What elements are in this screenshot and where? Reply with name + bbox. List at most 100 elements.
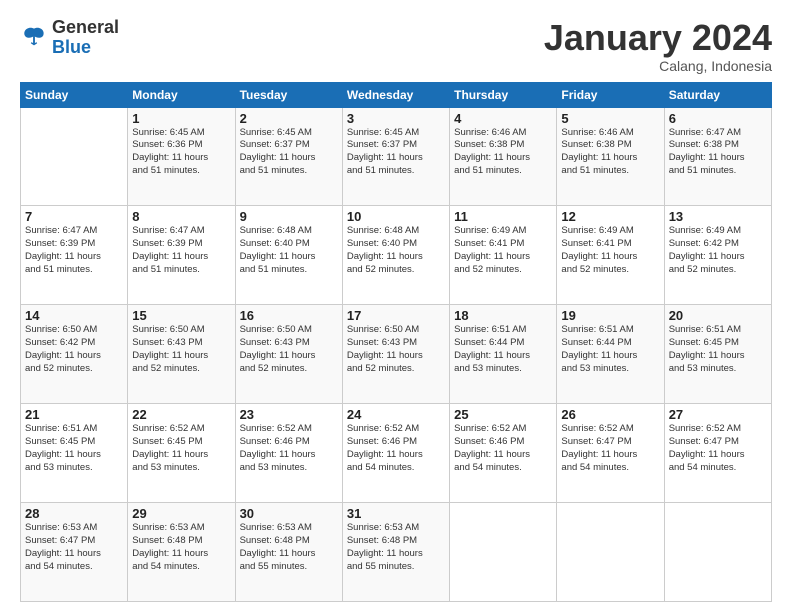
- logo-text: General Blue: [52, 18, 119, 58]
- day-info: Sunrise: 6:52 AM Sunset: 6:47 PM Dayligh…: [669, 423, 767, 474]
- day-number: 7: [25, 209, 123, 224]
- day-cell: [21, 107, 128, 206]
- day-info: Sunrise: 6:50 AM Sunset: 6:43 PM Dayligh…: [132, 324, 230, 375]
- day-info: Sunrise: 6:47 AM Sunset: 6:39 PM Dayligh…: [132, 225, 230, 276]
- logo-blue: Blue: [52, 37, 91, 57]
- day-info: Sunrise: 6:52 AM Sunset: 6:46 PM Dayligh…: [347, 423, 445, 474]
- day-info: Sunrise: 6:53 AM Sunset: 6:48 PM Dayligh…: [347, 522, 445, 573]
- day-number: 14: [25, 308, 123, 323]
- day-cell: 4Sunrise: 6:46 AM Sunset: 6:38 PM Daylig…: [450, 107, 557, 206]
- day-number: 19: [561, 308, 659, 323]
- weekday-header-thursday: Thursday: [450, 82, 557, 107]
- day-cell: 17Sunrise: 6:50 AM Sunset: 6:43 PM Dayli…: [342, 305, 449, 404]
- day-info: Sunrise: 6:52 AM Sunset: 6:45 PM Dayligh…: [132, 423, 230, 474]
- day-cell: 30Sunrise: 6:53 AM Sunset: 6:48 PM Dayli…: [235, 503, 342, 602]
- day-cell: [557, 503, 664, 602]
- day-number: 16: [240, 308, 338, 323]
- day-cell: 8Sunrise: 6:47 AM Sunset: 6:39 PM Daylig…: [128, 206, 235, 305]
- day-info: Sunrise: 6:45 AM Sunset: 6:37 PM Dayligh…: [240, 127, 338, 178]
- day-cell: 20Sunrise: 6:51 AM Sunset: 6:45 PM Dayli…: [664, 305, 771, 404]
- day-info: Sunrise: 6:46 AM Sunset: 6:38 PM Dayligh…: [454, 127, 552, 178]
- day-cell: 21Sunrise: 6:51 AM Sunset: 6:45 PM Dayli…: [21, 404, 128, 503]
- day-cell: 16Sunrise: 6:50 AM Sunset: 6:43 PM Dayli…: [235, 305, 342, 404]
- day-info: Sunrise: 6:53 AM Sunset: 6:47 PM Dayligh…: [25, 522, 123, 573]
- location: Calang, Indonesia: [544, 58, 772, 74]
- day-cell: 14Sunrise: 6:50 AM Sunset: 6:42 PM Dayli…: [21, 305, 128, 404]
- month-title: January 2024: [544, 18, 772, 58]
- week-row-4: 21Sunrise: 6:51 AM Sunset: 6:45 PM Dayli…: [21, 404, 772, 503]
- week-row-5: 28Sunrise: 6:53 AM Sunset: 6:47 PM Dayli…: [21, 503, 772, 602]
- day-info: Sunrise: 6:50 AM Sunset: 6:42 PM Dayligh…: [25, 324, 123, 375]
- title-block: January 2024 Calang, Indonesia: [544, 18, 772, 74]
- weekday-header-monday: Monday: [128, 82, 235, 107]
- day-number: 24: [347, 407, 445, 422]
- day-number: 8: [132, 209, 230, 224]
- day-info: Sunrise: 6:52 AM Sunset: 6:47 PM Dayligh…: [561, 423, 659, 474]
- day-cell: 27Sunrise: 6:52 AM Sunset: 6:47 PM Dayli…: [664, 404, 771, 503]
- day-number: 30: [240, 506, 338, 521]
- day-cell: 28Sunrise: 6:53 AM Sunset: 6:47 PM Dayli…: [21, 503, 128, 602]
- day-number: 28: [25, 506, 123, 521]
- logo: General Blue: [20, 18, 119, 58]
- calendar-page: General Blue January 2024 Calang, Indone…: [0, 0, 792, 612]
- day-cell: 26Sunrise: 6:52 AM Sunset: 6:47 PM Dayli…: [557, 404, 664, 503]
- day-info: Sunrise: 6:45 AM Sunset: 6:37 PM Dayligh…: [347, 127, 445, 178]
- calendar-table: SundayMondayTuesdayWednesdayThursdayFrid…: [20, 82, 772, 602]
- day-info: Sunrise: 6:49 AM Sunset: 6:41 PM Dayligh…: [561, 225, 659, 276]
- day-cell: 5Sunrise: 6:46 AM Sunset: 6:38 PM Daylig…: [557, 107, 664, 206]
- day-number: 17: [347, 308, 445, 323]
- day-info: Sunrise: 6:48 AM Sunset: 6:40 PM Dayligh…: [240, 225, 338, 276]
- day-cell: 11Sunrise: 6:49 AM Sunset: 6:41 PM Dayli…: [450, 206, 557, 305]
- day-info: Sunrise: 6:45 AM Sunset: 6:36 PM Dayligh…: [132, 127, 230, 178]
- day-number: 23: [240, 407, 338, 422]
- weekday-header-sunday: Sunday: [21, 82, 128, 107]
- day-cell: 23Sunrise: 6:52 AM Sunset: 6:46 PM Dayli…: [235, 404, 342, 503]
- day-number: 13: [669, 209, 767, 224]
- day-info: Sunrise: 6:51 AM Sunset: 6:45 PM Dayligh…: [25, 423, 123, 474]
- day-number: 27: [669, 407, 767, 422]
- day-info: Sunrise: 6:47 AM Sunset: 6:39 PM Dayligh…: [25, 225, 123, 276]
- day-cell: 9Sunrise: 6:48 AM Sunset: 6:40 PM Daylig…: [235, 206, 342, 305]
- day-info: Sunrise: 6:50 AM Sunset: 6:43 PM Dayligh…: [240, 324, 338, 375]
- day-info: Sunrise: 6:52 AM Sunset: 6:46 PM Dayligh…: [454, 423, 552, 474]
- day-cell: 10Sunrise: 6:48 AM Sunset: 6:40 PM Dayli…: [342, 206, 449, 305]
- day-number: 1: [132, 111, 230, 126]
- header: General Blue January 2024 Calang, Indone…: [20, 18, 772, 74]
- day-number: 31: [347, 506, 445, 521]
- day-number: 18: [454, 308, 552, 323]
- day-number: 29: [132, 506, 230, 521]
- day-number: 3: [347, 111, 445, 126]
- day-cell: 15Sunrise: 6:50 AM Sunset: 6:43 PM Dayli…: [128, 305, 235, 404]
- day-info: Sunrise: 6:53 AM Sunset: 6:48 PM Dayligh…: [132, 522, 230, 573]
- day-cell: 31Sunrise: 6:53 AM Sunset: 6:48 PM Dayli…: [342, 503, 449, 602]
- logo-general: General: [52, 17, 119, 37]
- day-cell: 22Sunrise: 6:52 AM Sunset: 6:45 PM Dayli…: [128, 404, 235, 503]
- day-cell: 19Sunrise: 6:51 AM Sunset: 6:44 PM Dayli…: [557, 305, 664, 404]
- day-cell: 3Sunrise: 6:45 AM Sunset: 6:37 PM Daylig…: [342, 107, 449, 206]
- day-cell: 25Sunrise: 6:52 AM Sunset: 6:46 PM Dayli…: [450, 404, 557, 503]
- day-cell: 2Sunrise: 6:45 AM Sunset: 6:37 PM Daylig…: [235, 107, 342, 206]
- day-cell: [450, 503, 557, 602]
- day-number: 9: [240, 209, 338, 224]
- day-cell: 24Sunrise: 6:52 AM Sunset: 6:46 PM Dayli…: [342, 404, 449, 503]
- day-info: Sunrise: 6:51 AM Sunset: 6:44 PM Dayligh…: [561, 324, 659, 375]
- day-info: Sunrise: 6:53 AM Sunset: 6:48 PM Dayligh…: [240, 522, 338, 573]
- day-info: Sunrise: 6:49 AM Sunset: 6:42 PM Dayligh…: [669, 225, 767, 276]
- weekday-header-wednesday: Wednesday: [342, 82, 449, 107]
- day-info: Sunrise: 6:51 AM Sunset: 6:45 PM Dayligh…: [669, 324, 767, 375]
- day-number: 22: [132, 407, 230, 422]
- week-row-1: 1Sunrise: 6:45 AM Sunset: 6:36 PM Daylig…: [21, 107, 772, 206]
- day-number: 4: [454, 111, 552, 126]
- day-number: 6: [669, 111, 767, 126]
- day-cell: 7Sunrise: 6:47 AM Sunset: 6:39 PM Daylig…: [21, 206, 128, 305]
- day-cell: 6Sunrise: 6:47 AM Sunset: 6:38 PM Daylig…: [664, 107, 771, 206]
- day-number: 15: [132, 308, 230, 323]
- day-number: 5: [561, 111, 659, 126]
- weekday-header-saturday: Saturday: [664, 82, 771, 107]
- day-number: 12: [561, 209, 659, 224]
- day-info: Sunrise: 6:50 AM Sunset: 6:43 PM Dayligh…: [347, 324, 445, 375]
- day-info: Sunrise: 6:48 AM Sunset: 6:40 PM Dayligh…: [347, 225, 445, 276]
- weekday-header-friday: Friday: [557, 82, 664, 107]
- day-number: 20: [669, 308, 767, 323]
- weekday-header-row: SundayMondayTuesdayWednesdayThursdayFrid…: [21, 82, 772, 107]
